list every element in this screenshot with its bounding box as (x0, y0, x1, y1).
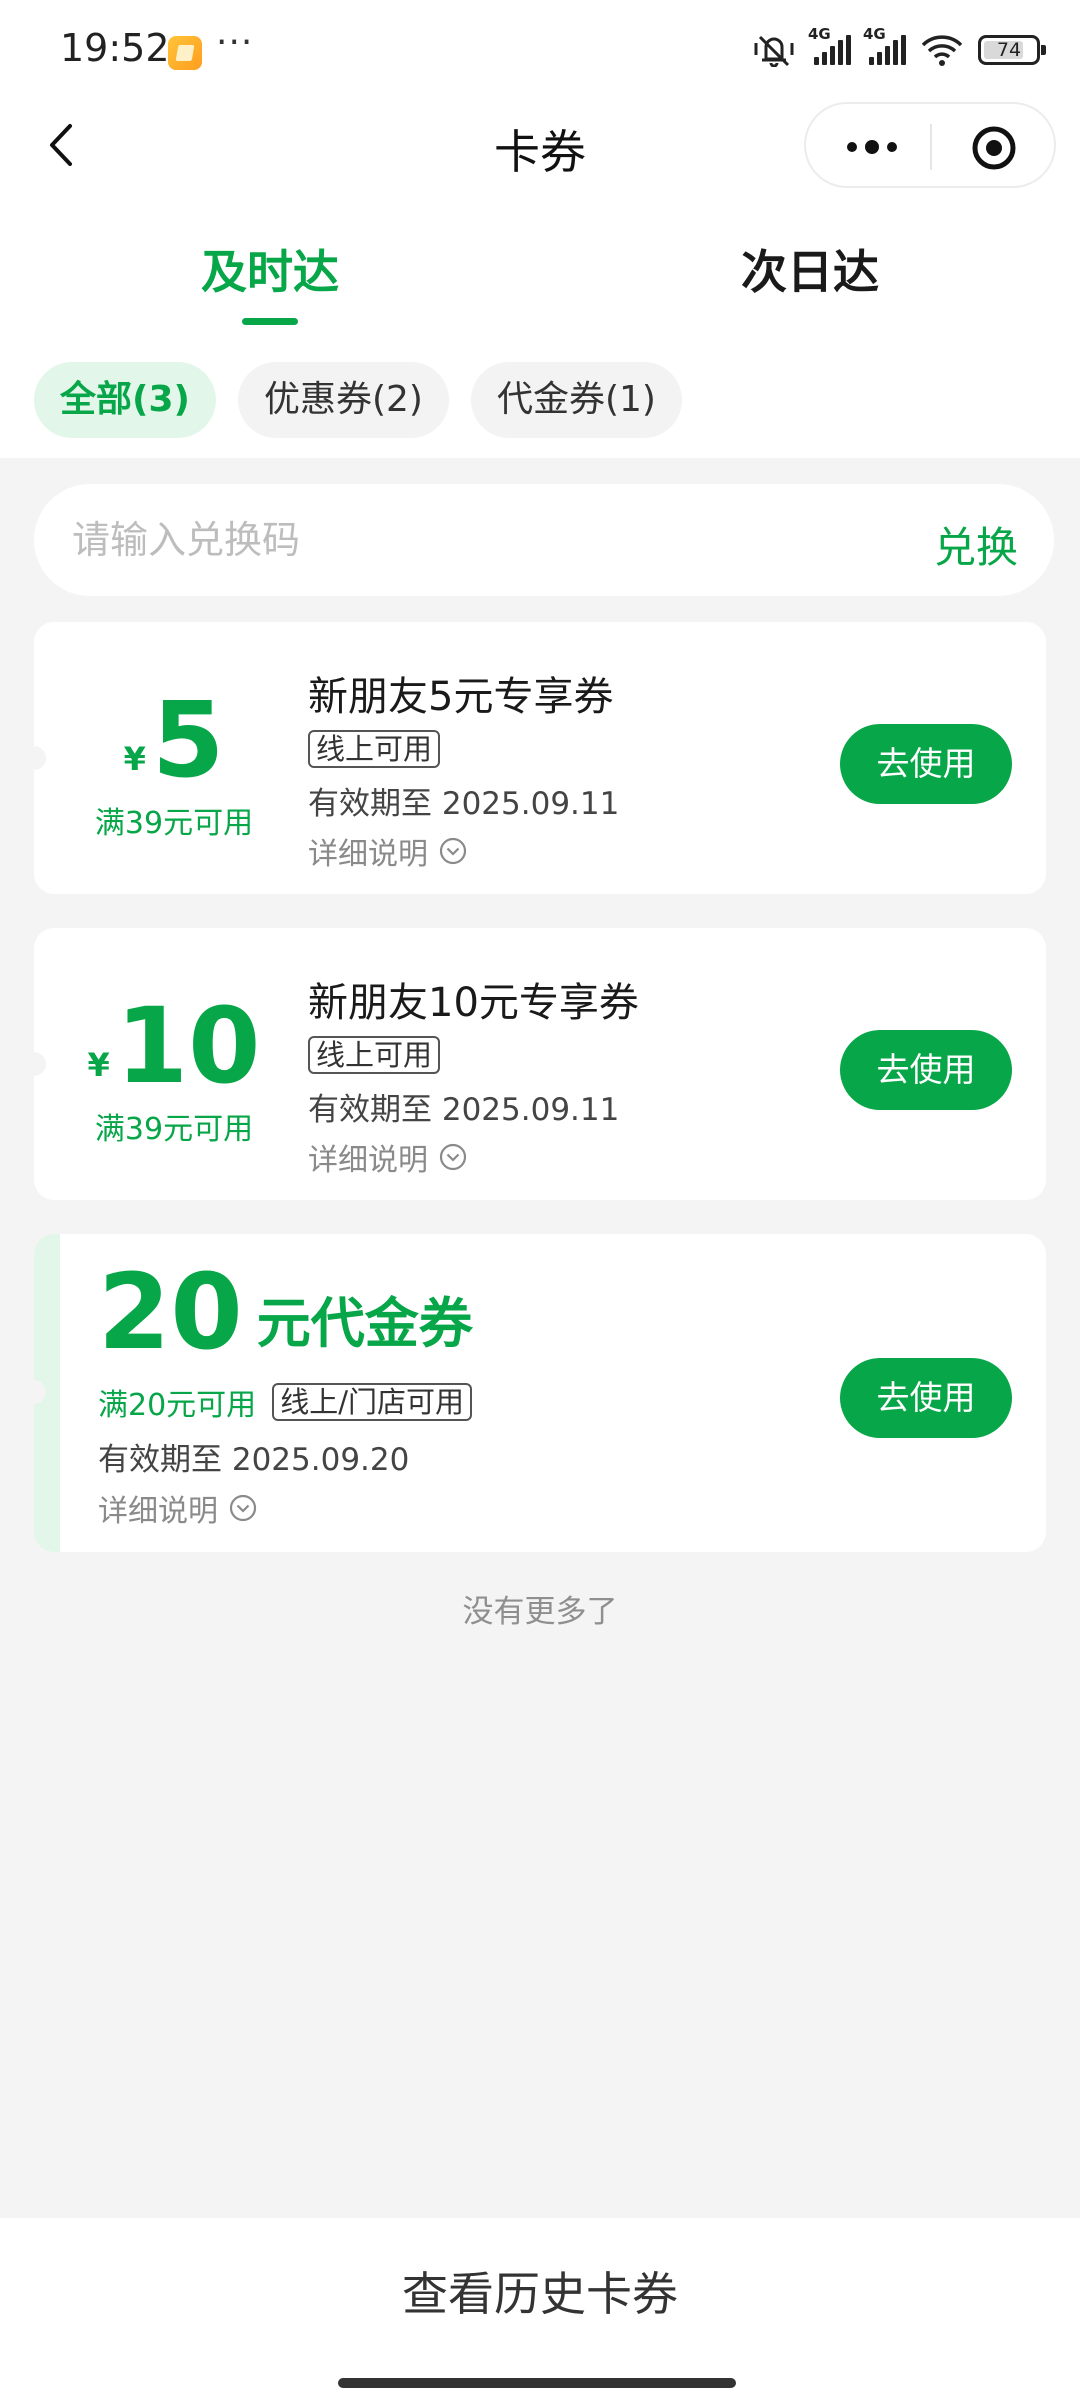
voucher-amount-block: 20 元代金券 (98, 1251, 473, 1373)
coupon-card: ¥ 5 满39元可用 新朋友5元专享券 线上可用 有效期至 2025.09.11… (22, 622, 1046, 894)
use-coupon-button[interactable]: 去使用 (840, 724, 1012, 804)
coupon-info: 新朋友5元专享券 线上可用 有效期至 2025.09.11 详细说明 (308, 664, 619, 873)
signal-strength-icon-2: 4G (863, 25, 906, 65)
voucher-condition: 满20元可用 (98, 1388, 257, 1423)
delivery-tabs: 及时达 次日达 (0, 236, 1080, 326)
view-history-coupons-button[interactable]: 查看历史卡券 (0, 2258, 1080, 2324)
voucher-detail-toggle[interactable]: 详细说明 (98, 1486, 258, 1530)
coupon-usage-tag: 线上可用 (308, 1036, 441, 1074)
coupon-name: 新朋友10元专享券 (308, 980, 639, 1026)
bottom-bar: 查看历史卡券 (0, 2218, 1080, 2400)
more-notifications-icon: ··· (216, 22, 254, 63)
chevron-down-icon (229, 1494, 257, 1522)
coupon-expiry: 有效期至 2025.09.11 (308, 1092, 620, 1128)
tab-instant[interactable]: 及时达 (0, 236, 540, 302)
chevron-down-icon (439, 837, 467, 865)
use-coupon-button[interactable]: 去使用 (840, 1030, 1012, 1110)
miniprogram-capsule (804, 102, 1056, 188)
coupon-condition: 满39元可用 (94, 806, 254, 841)
coupon-usage-tag: 线上可用 (308, 730, 441, 768)
coupon-amount-block: ¥ 5 满39元可用 (34, 688, 314, 842)
battery-level: 74 (996, 39, 1022, 61)
end-of-list-text: 没有更多了 (462, 1594, 618, 1630)
redeem-code-bar: 兑换 (34, 484, 1054, 596)
more-options-icon[interactable] (842, 132, 902, 162)
coupon-amount: 10 (115, 985, 261, 1107)
notes-app-icon (168, 36, 202, 70)
signal-strength-icon: 4G (808, 25, 851, 65)
voucher-usage-tag: 线上/门店可用 (272, 1383, 472, 1421)
home-indicator[interactable] (338, 2378, 736, 2388)
currency-symbol: ¥ (123, 740, 146, 778)
coupon-amount: 5 (151, 679, 225, 801)
currency-symbol: ¥ (87, 1046, 110, 1084)
voucher-unit: 元代金券 (256, 1292, 473, 1355)
filter-vouchers[interactable]: 代金券(1) (470, 362, 682, 438)
filter-chips: 全部(3) 优惠券(2) 代金券(1) (34, 362, 682, 438)
coupon-amount-block: ¥ 10 满39元可用 (34, 994, 314, 1148)
filter-all[interactable]: 全部(3) (34, 362, 216, 438)
wifi-icon (921, 35, 963, 66)
coupon-name: 新朋友5元专享券 (308, 674, 614, 720)
coupon-detail-toggle[interactable]: 详细说明 (308, 829, 619, 873)
status-time: 19:52 (60, 26, 170, 70)
coupon-expiry: 有效期至 2025.09.11 (308, 786, 620, 822)
voucher-card: 20 元代金券 满20元可用 线上/门店可用 有效期至 2025.09.20 详… (22, 1234, 1046, 1552)
battery-icon: 74 (978, 35, 1046, 65)
navigation-bar: 卡券 (0, 100, 1080, 192)
redeem-button[interactable]: 兑换 (934, 514, 1018, 575)
status-icons: 4G 4G 74 (752, 25, 1046, 72)
network-type-label: 4G (808, 25, 831, 43)
voucher-conditions: 满20元可用 线上/门店可用 (98, 1380, 472, 1424)
close-miniprogram-icon[interactable] (970, 124, 1018, 172)
chevron-down-icon (439, 1143, 467, 1171)
detail-label: 详细说明 (308, 1143, 428, 1178)
voucher-amount: 20 (98, 1251, 243, 1373)
redeem-code-input[interactable] (72, 484, 872, 596)
network-type-label-2: 4G (863, 25, 886, 43)
voucher-expiry: 有效期至 2025.09.20 (98, 1442, 410, 1478)
coupon-detail-toggle[interactable]: 详细说明 (308, 1135, 639, 1179)
card-notch (22, 1380, 46, 1404)
tab-next-day[interactable]: 次日达 (540, 236, 1080, 302)
status-bar: 19:52 ··· 4G 4G 74 (0, 0, 1080, 100)
silent-vibrate-icon (754, 35, 794, 67)
capsule-divider (930, 124, 932, 170)
coupon-condition: 满39元可用 (94, 1112, 254, 1147)
detail-label: 详细说明 (308, 837, 428, 872)
detail-label: 详细说明 (98, 1494, 218, 1529)
use-voucher-button[interactable]: 去使用 (840, 1358, 1012, 1438)
active-tab-indicator (242, 318, 298, 325)
coupon-info: 新朋友10元专享券 线上可用 有效期至 2025.09.11 详细说明 (308, 970, 639, 1179)
filter-coupons[interactable]: 优惠券(2) (237, 362, 449, 438)
coupon-card: ¥ 10 满39元可用 新朋友10元专享券 线上可用 有效期至 2025.09.… (22, 928, 1046, 1200)
